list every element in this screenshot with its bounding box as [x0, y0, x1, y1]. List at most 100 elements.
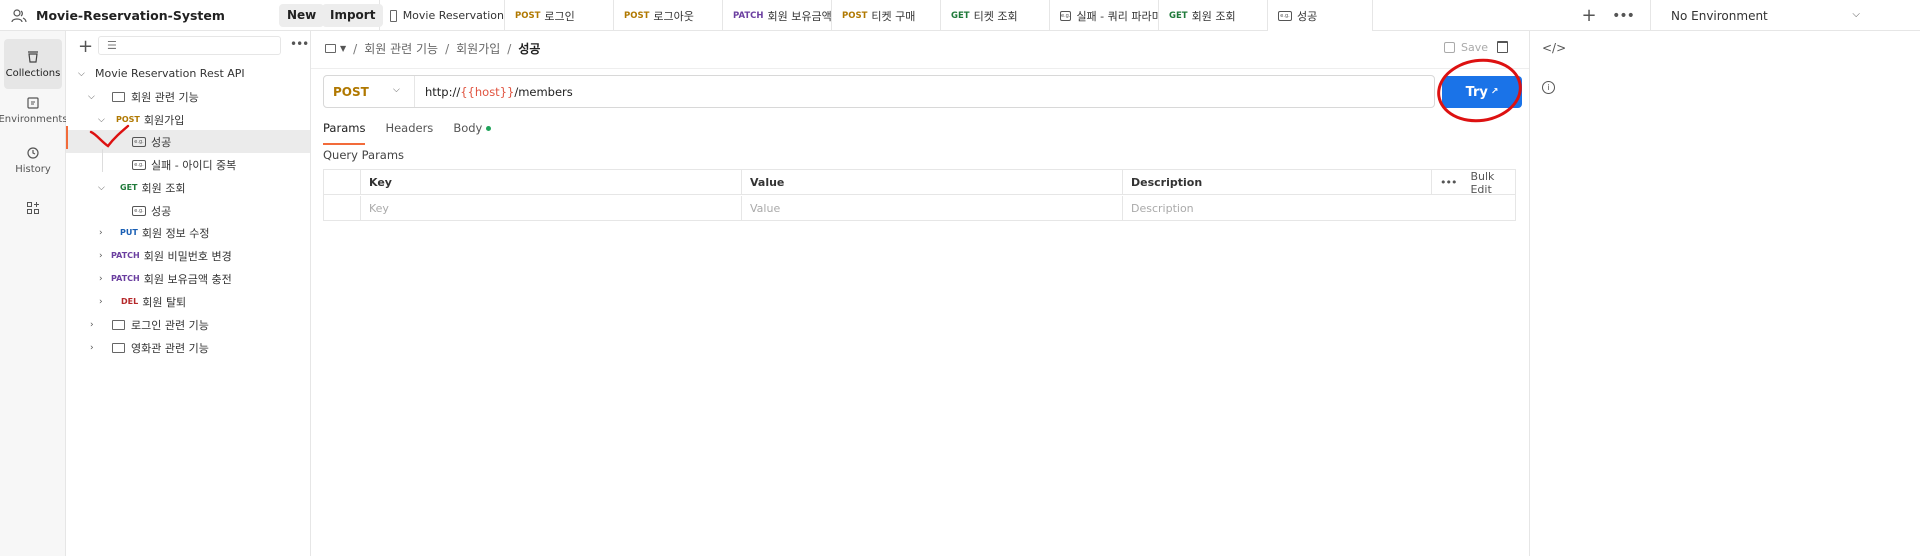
tree-request-member-get[interactable]: ⌵ GET 회원 조회 — [66, 176, 310, 199]
tree-request-member-delete[interactable]: › DEL 회원 탈퇴 — [66, 290, 310, 313]
tree-folder-login[interactable]: › 로그인 관련 기능 — [66, 313, 310, 336]
status-dot — [486, 126, 492, 131]
method-badge: PATCH — [111, 274, 140, 283]
tab-ticket-buy[interactable]: POST 티켓 구매 — [832, 0, 941, 31]
new-button[interactable]: New — [279, 4, 325, 27]
tab-movie-reservation[interactable]: Movie Reservation — [380, 0, 505, 31]
tab-ticket-get[interactable]: GET 티켓 조회 — [941, 0, 1050, 31]
breadcrumb-folder[interactable]: 회원 관련 기능 — [364, 40, 438, 57]
chevron-down-icon: ⌵ — [98, 182, 105, 193]
method-badge: POST — [624, 10, 650, 21]
tree-folder-member[interactable]: ⌵ 회원 관련 기능 — [66, 85, 310, 108]
info-icon[interactable]: i — [1542, 81, 1555, 94]
chevron-down-icon: ⌵ — [78, 68, 85, 79]
tab-member-get[interactable]: GET 회원 조회 — [1159, 0, 1268, 31]
method-select[interactable]: POST ⌵ — [324, 76, 415, 107]
example-icon: e.g. — [132, 136, 146, 147]
environment-label: No Environment — [1671, 8, 1768, 23]
tab-query-fail[interactable]: e.g. 실패 - 쿼리 파라미 — [1050, 0, 1159, 31]
chevron-right-icon: › — [99, 250, 103, 261]
column-value: Value — [742, 170, 1123, 195]
tree-request-member-update[interactable]: › PUT 회원 정보 수정 — [66, 221, 310, 244]
rail-environments[interactable]: Environments — [0, 85, 68, 135]
breadcrumb-current[interactable]: 성공 — [518, 40, 540, 57]
bulk-edit-button[interactable]: Bulk Edit — [1470, 170, 1505, 196]
rail-label: Collections — [5, 67, 61, 79]
tab-label: 티켓 구매 — [871, 9, 916, 23]
url-bar: POST ⌵ http://{{host}}/members — [323, 75, 1435, 108]
description-input[interactable]: Description — [1123, 196, 1432, 221]
tree-label: 로그인 관련 기능 — [131, 318, 209, 332]
history-icon — [27, 146, 39, 159]
tab-member-charge[interactable]: PATCH 회원 보유금액 충 — [723, 0, 832, 31]
url-input[interactable]: http://{{host}}/members — [415, 85, 573, 99]
method-badge: PUT — [120, 228, 138, 237]
key-input[interactable]: Key — [361, 196, 742, 221]
new-tab-icon[interactable]: + — [1572, 0, 1606, 31]
add-collection-icon[interactable]: + — [78, 36, 93, 57]
filter-icon: ☰ — [107, 39, 117, 52]
handwritten-check-mark — [89, 124, 130, 148]
rail-collections[interactable]: Collections — [4, 39, 62, 89]
save-button[interactable]: Save — [1444, 41, 1488, 54]
code-icon[interactable]: </> — [1542, 41, 1566, 55]
tab-login[interactable]: POST 로그인 — [505, 0, 614, 31]
sidebar-filter-input[interactable]: ☰ — [98, 36, 281, 55]
tree-label: 영화관 관련 기능 — [131, 341, 209, 355]
chevron-right-icon: › — [90, 319, 94, 330]
more-tabs-icon[interactable]: ••• — [1608, 0, 1638, 31]
tab-body-label: Body — [453, 121, 483, 135]
breadcrumb: ▼ / 회원 관련 기능 / 회원가입 / 성공 — [325, 40, 540, 57]
tab-headers[interactable]: Headers — [385, 121, 433, 142]
document-icon — [390, 9, 397, 22]
tab-label: 로그아웃 — [653, 9, 694, 23]
method-badge: PATCH — [111, 251, 140, 260]
environment-selector[interactable]: No Environment ⌵ — [1650, 0, 1920, 31]
example-icon: e.g. — [1278, 10, 1292, 21]
breadcrumb-separator: / — [445, 41, 450, 56]
row-checkbox[interactable] — [324, 196, 361, 221]
chevron-down-icon: ⌵ — [88, 91, 95, 102]
method-badge: POST — [842, 10, 868, 21]
tree-label: Movie Reservation Rest API — [95, 67, 245, 80]
tab-label: 성공 — [1297, 9, 1318, 23]
tab-params[interactable]: Params — [323, 121, 366, 145]
tab-label: 회원 보유금액 충 — [767, 9, 832, 23]
request-tabs-bar: Movie Reservation POST 로그인 POST 로그아웃 PAT… — [380, 0, 1373, 31]
main-panel: ▼ / 회원 관련 기능 / 회원가입 / 성공 Save POST ⌵ htt… — [311, 31, 1529, 556]
collections-sidebar: + ☰ ••• ⌵ Movie Reservation Rest API ⌵ 회… — [66, 31, 311, 556]
tree-folder-theater[interactable]: › 영화관 관련 기능 — [66, 336, 310, 359]
tree-label: 실패 - 아이디 중복 — [151, 158, 237, 172]
caret-down-icon[interactable]: ▼ — [340, 44, 346, 53]
rail-apps[interactable] — [4, 185, 62, 235]
tree-label: 회원 보유금액 충전 — [143, 272, 232, 286]
tree-request-member-password[interactable]: › PATCH 회원 비밀번호 변경 — [66, 244, 310, 267]
breadcrumb-request[interactable]: 회원가입 — [456, 40, 500, 57]
method-badge: GET — [951, 10, 970, 21]
more-options-icon[interactable]: ••• — [290, 37, 309, 51]
tab-logout[interactable]: POST 로그아웃 — [614, 0, 723, 31]
tree-collection-root[interactable]: ⌵ Movie Reservation Rest API — [66, 62, 310, 85]
rail-history[interactable]: History — [4, 135, 62, 185]
tab-success-active[interactable]: e.g. 성공 — [1268, 0, 1373, 31]
import-button[interactable]: Import — [322, 4, 384, 27]
team-icon[interactable] — [10, 7, 28, 25]
table-header-row: Key Value Description ••• Bulk Edit — [324, 170, 1515, 196]
top-bar: Movie-Reservation-System New Import Movi… — [0, 0, 1920, 31]
more-options-icon[interactable]: ••• — [1440, 176, 1457, 189]
tab-body[interactable]: Body — [453, 121, 492, 142]
tree-label: 회원가입 — [143, 113, 185, 127]
tree-request-member-charge[interactable]: › PATCH 회원 보유금액 충전 — [66, 267, 310, 290]
method-badge: DEL — [121, 297, 139, 306]
method-badge: GET — [120, 183, 138, 192]
checkbox-column — [324, 170, 361, 195]
tab-label: 로그인 — [544, 9, 575, 23]
column-description: Description — [1123, 170, 1432, 195]
environments-icon — [27, 96, 39, 109]
divider — [311, 68, 1529, 69]
value-input[interactable]: Value — [742, 196, 1123, 221]
tree-example-member-get-success[interactable]: e.g. 성공 — [66, 199, 310, 222]
workspace-name[interactable]: Movie-Reservation-System — [36, 8, 225, 23]
tab-label: 회원 조회 — [1191, 9, 1236, 23]
trash-icon[interactable] — [1497, 41, 1508, 53]
